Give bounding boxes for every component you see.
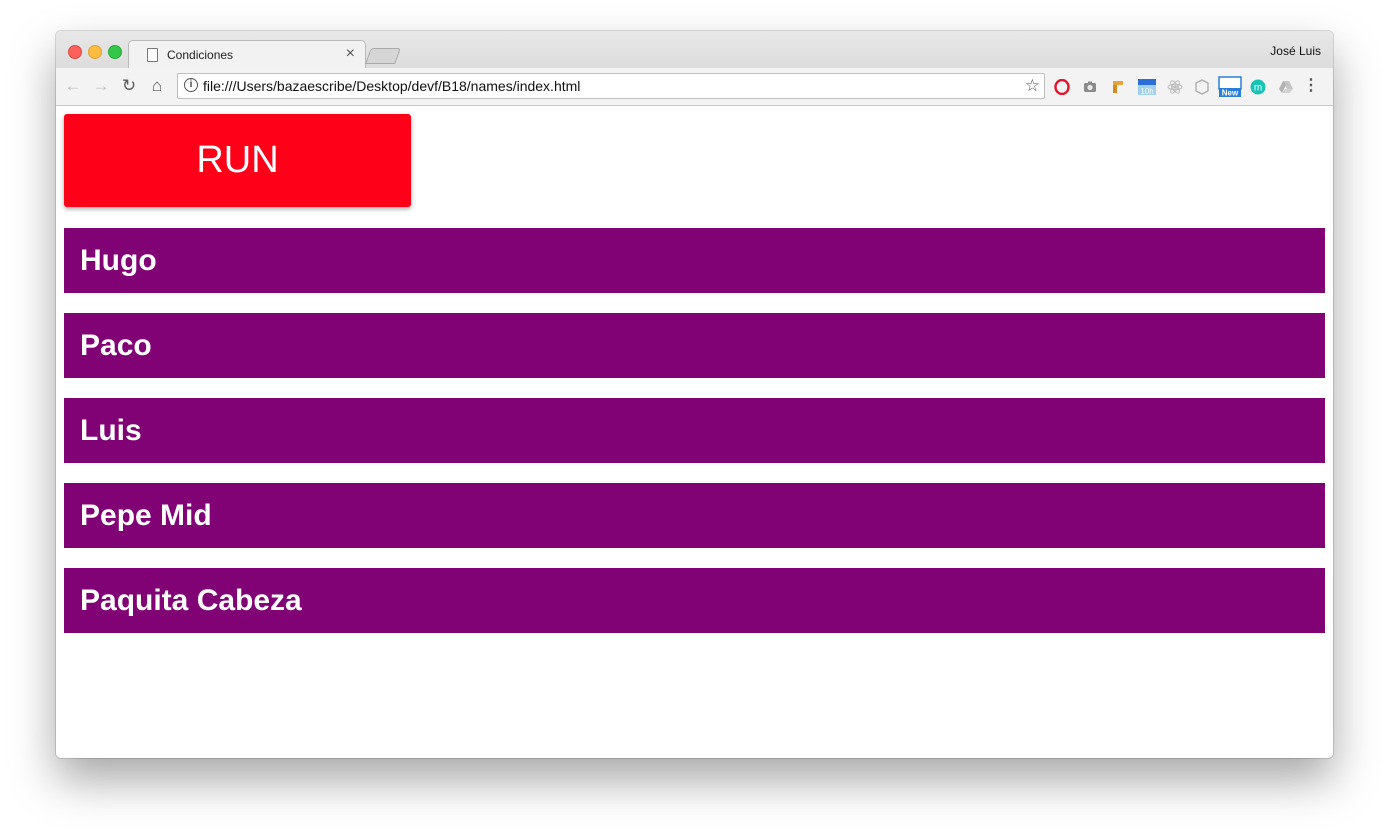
reload-icon[interactable]: ↻: [120, 77, 138, 95]
info-icon[interactable]: i: [184, 78, 198, 92]
shield-extension-icon[interactable]: [1194, 79, 1210, 95]
browser-toolbar: ← → ↻ ⌂ i file:///Users/bazaescribe/Desk…: [56, 68, 1333, 106]
name-row: Hugo: [64, 228, 1325, 293]
name-list: Hugo Paco Luis Pepe Mid Paquita Cabeza: [64, 228, 1325, 653]
title-bar: Condiciones × José Luis: [56, 31, 1333, 69]
back-icon[interactable]: ←: [64, 77, 82, 95]
name-row: Pepe Mid: [64, 483, 1325, 548]
forward-icon[interactable]: →: [92, 77, 110, 95]
menu-icon[interactable]: ⋮: [1303, 78, 1319, 94]
home-icon[interactable]: ⌂: [148, 77, 166, 95]
profile-name[interactable]: José Luis: [1270, 44, 1321, 58]
zoom-window-button[interactable]: [108, 45, 122, 59]
page-icon: [147, 48, 158, 62]
opera-extension-icon[interactable]: [1054, 79, 1070, 95]
name-row: Paquita Cabeza: [64, 568, 1325, 633]
page-content: RUN Hugo Paco Luis Pepe Mid Paquita Cabeza: [56, 106, 1333, 758]
tab-title: Condiciones: [167, 48, 234, 62]
run-button[interactable]: RUN: [64, 114, 411, 207]
react-devtools-icon[interactable]: [1167, 79, 1183, 95]
name-row: Luis: [64, 398, 1325, 463]
new-badge-text: New: [1222, 89, 1239, 98]
m-badge-text: m: [1254, 83, 1262, 94]
address-bar[interactable]: i file:///Users/bazaescribe/Desktop/devf…: [177, 73, 1045, 99]
camera-extension-icon[interactable]: [1082, 79, 1098, 95]
browser-window: Condiciones × José Luis ← → ↻ ⌂ i file:/…: [56, 31, 1333, 758]
browser-tab[interactable]: Condiciones ×: [128, 40, 366, 69]
m-extension-icon[interactable]: m: [1250, 79, 1266, 95]
close-window-button[interactable]: [68, 45, 82, 59]
minimize-window-button[interactable]: [88, 45, 102, 59]
ruler-extension-icon[interactable]: [1110, 79, 1126, 95]
drive-extension-icon[interactable]: [1278, 79, 1294, 95]
calendar-badge-text: 10h: [1140, 87, 1153, 96]
name-row: Paco: [64, 313, 1325, 378]
new-badge-extension-icon[interactable]: New: [1218, 76, 1242, 98]
new-tab-button[interactable]: [365, 48, 401, 64]
calendar-extension-icon[interactable]: 10h: [1137, 77, 1157, 97]
tab-close-icon[interactable]: ×: [346, 45, 355, 63]
url-text[interactable]: file:///Users/bazaescribe/Desktop/devf/B…: [203, 78, 580, 94]
bookmark-star-icon[interactable]: ☆: [1025, 76, 1040, 96]
